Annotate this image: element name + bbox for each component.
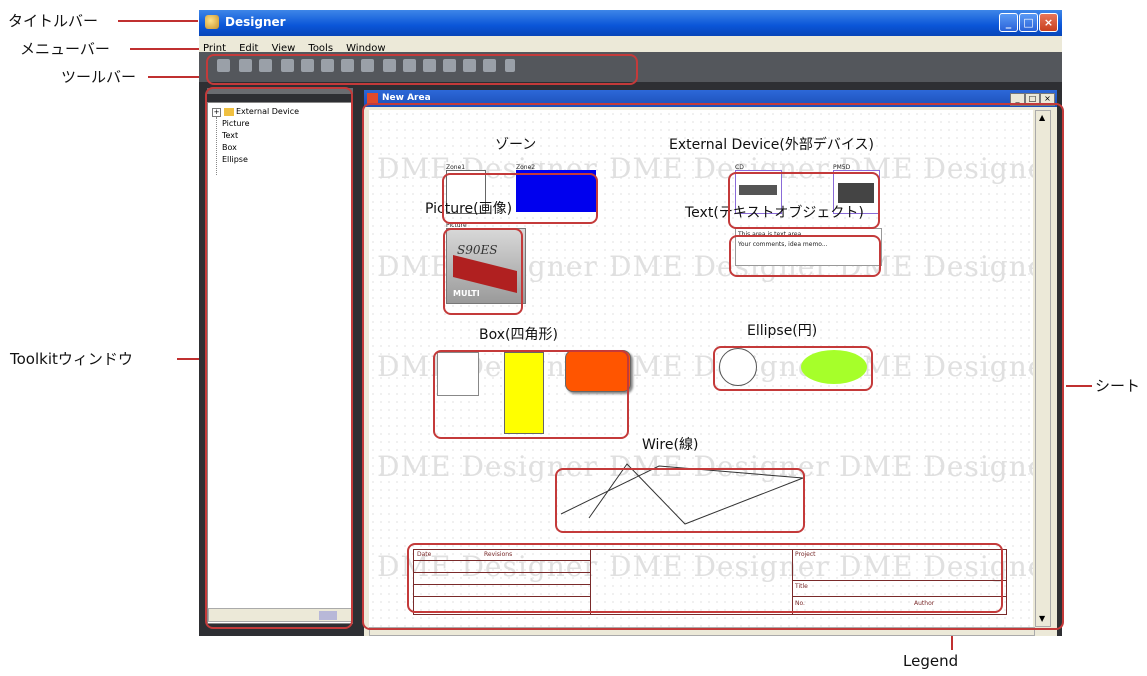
sheet-title: New Area (382, 93, 431, 103)
toolbar-highlight (206, 54, 638, 85)
close-button[interactable]: × (1039, 13, 1058, 32)
sheet-callout: シート (1095, 377, 1141, 395)
minimize-button[interactable]: _ (999, 13, 1018, 32)
toolkit-callout: Toolkitウィンドウ (10, 350, 133, 368)
menu-bar: Print Edit View Tools Window (199, 36, 1062, 54)
toolbar-callout: ツールバー (61, 68, 137, 86)
legend-callout: Legend (903, 652, 959, 670)
title-bar[interactable]: Designer _ □ × (199, 10, 1062, 36)
menubar-callout: メニューバー (20, 40, 110, 58)
external-device-highlight (728, 172, 880, 229)
ellipse-highlight (713, 346, 873, 391)
box-highlight (433, 350, 629, 439)
zone-highlight (442, 173, 598, 224)
titlebar-callout: タイトルバー (8, 12, 99, 30)
toolkit-highlight (205, 87, 353, 629)
window-title: Designer (225, 15, 286, 29)
sheet-callout-line (1066, 385, 1092, 387)
text-highlight (729, 235, 881, 277)
maximize-button[interactable]: □ (1019, 13, 1038, 32)
app-icon (205, 15, 219, 29)
menubar-callout-line (130, 48, 200, 50)
wire-highlight (555, 468, 805, 533)
picture-highlight (443, 228, 523, 315)
titlebar-callout-line (118, 20, 198, 22)
legend-highlight (407, 543, 1003, 613)
toolkit-callout-line (177, 358, 200, 360)
